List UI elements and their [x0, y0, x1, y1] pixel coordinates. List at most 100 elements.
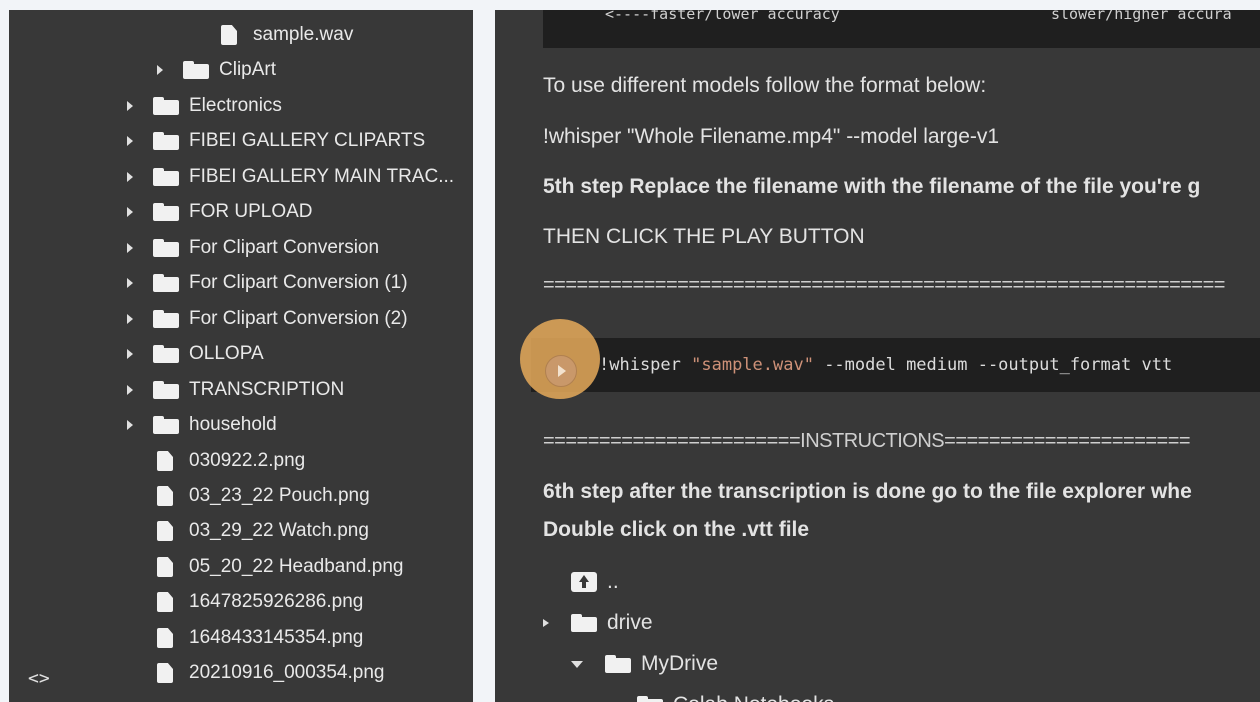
tree-item-label: OLLOPA — [189, 343, 264, 364]
folder-row[interactable]: For Clipart Conversion (1) — [9, 268, 473, 298]
folder-up-icon — [571, 572, 597, 592]
notebook-panel: <----faster/lower accuracy slower/higher… — [495, 10, 1260, 702]
mini-item-up-label: .. — [607, 570, 619, 593]
mini-item-colab-label: Colab Notebooks — [673, 693, 834, 702]
mini-item-mydrive: MyDrive — [571, 652, 718, 676]
file-browser-panel: sample.wav ClipArt Electronics FIBEI GALLER… — [9, 10, 473, 702]
file-row[interactable]: 1648433145354.png — [9, 623, 473, 653]
code-cell-whisper[interactable]: !whisper "sample.wav" --model medium --o… — [531, 338, 1260, 392]
tree-item-label: 05_20_22 Headband.png — [189, 556, 404, 577]
file-icon — [157, 592, 173, 612]
folder-icon — [153, 132, 179, 150]
file-row[interactable]: sample.wav — [9, 20, 473, 50]
text-step-5: 5th step Replace the filename with the f… — [543, 175, 1201, 198]
file-row[interactable]: 03_23_22 Pouch.png — [9, 481, 473, 511]
folder-icon — [153, 97, 179, 115]
folder-row[interactable]: OLLOPA — [9, 339, 473, 369]
file-icon — [221, 25, 237, 45]
folder-row[interactable]: TRANSCRIPTION — [9, 375, 473, 405]
run-cell-button[interactable] — [545, 355, 577, 387]
tree-item-label: 03_29_22 Watch.png — [189, 520, 369, 541]
code-cell-models[interactable]: <----faster/lower accuracy slower/higher… — [543, 10, 1260, 48]
file-icon — [157, 557, 173, 577]
chevron-right-icon[interactable] — [127, 314, 133, 324]
chevron-right-icon[interactable] — [127, 278, 133, 288]
folder-icon — [637, 696, 663, 702]
text-click-play: THEN CLICK THE PLAY BUTTON — [543, 225, 865, 248]
chevron-right-icon[interactable] — [127, 349, 133, 359]
folder-icon — [571, 614, 597, 632]
folder-icon — [153, 416, 179, 434]
folder-icon — [153, 381, 179, 399]
tree-item-label: ClipArt — [219, 59, 277, 80]
panel-divider[interactable] — [473, 10, 495, 702]
file-row[interactable]: 03_29_22 Watch.png — [9, 516, 473, 546]
folder-icon — [153, 168, 179, 186]
code-comment-fast: <----faster/lower accuracy — [605, 10, 840, 23]
tree-item-label: 20210916_000354.png — [189, 662, 385, 683]
chevron-right-icon[interactable] — [127, 101, 133, 111]
folder-row[interactable]: FIBEI GALLERY MAIN TRAC... — [9, 162, 473, 192]
folder-icon — [153, 345, 179, 363]
text-step-6: 6th step after the transcription is done… — [543, 480, 1192, 503]
folder-icon — [605, 655, 631, 673]
folder-row[interactable]: For Clipart Conversion — [9, 233, 473, 263]
chevron-right-icon[interactable] — [127, 207, 133, 217]
tree-item-label: FIBEI GALLERY CLIPARTS — [189, 130, 426, 151]
folder-row[interactable]: household — [9, 410, 473, 440]
chevron-right-icon[interactable] — [127, 243, 133, 253]
tree-item-label: 1648433145354.png — [189, 627, 364, 648]
file-icon — [157, 521, 173, 541]
code-whisper-command: !whisper "sample.wav" --model medium --o… — [599, 355, 1172, 375]
tree-item-label: Electronics — [189, 95, 282, 116]
code-command: !whisper — [599, 355, 692, 375]
chevron-down-icon — [571, 660, 583, 668]
chevron-right-icon[interactable] — [127, 420, 133, 430]
file-icon — [157, 628, 173, 648]
chevron-right-icon[interactable] — [127, 385, 133, 395]
file-row[interactable]: 030922.2.png — [9, 446, 473, 476]
tree-item-label: FOR UPLOAD — [189, 201, 313, 222]
mini-item-colab: Colab Notebooks — [603, 693, 834, 702]
folder-icon — [153, 203, 179, 221]
file-row[interactable]: 1647825926286.png — [9, 587, 473, 617]
text-model-example: !whisper "Whole Filename.mp4" --model la… — [543, 125, 1000, 148]
file-icon — [157, 663, 173, 683]
file-icon — [157, 486, 173, 506]
file-icon — [157, 451, 173, 471]
text-double-click: Double click on the .vtt file — [543, 518, 810, 541]
folder-row[interactable]: ClipArt — [9, 55, 473, 85]
mini-item-mydrive-label: MyDrive — [641, 652, 718, 675]
code-toggle-icon[interactable]: <> — [28, 668, 50, 689]
tree-item-label: 030922.2.png — [189, 450, 306, 471]
chevron-right-icon — [543, 619, 549, 627]
tree-item-label: household — [189, 414, 277, 435]
chevron-right-icon[interactable] — [127, 172, 133, 182]
code-string-filename: "sample.wav" — [691, 355, 814, 375]
file-row[interactable]: 20210916_000354.png — [9, 658, 473, 688]
chevron-right-icon[interactable] — [127, 136, 133, 146]
tree-item-label: For Clipart Conversion (1) — [189, 272, 408, 293]
mini-item-up: .. — [571, 570, 619, 594]
tree-item-label: sample.wav — [253, 24, 354, 45]
mini-item-drive-label: drive — [607, 611, 653, 634]
code-comment-slow: slower/higher accura — [1051, 10, 1232, 23]
mini-item-drive: drive — [543, 611, 653, 635]
folder-icon — [153, 239, 179, 257]
tree-item-label: FIBEI GALLERY MAIN TRAC... — [189, 166, 455, 187]
folder-row[interactable]: Electronics — [9, 91, 473, 121]
folder-icon — [153, 274, 179, 292]
chevron-right-icon[interactable] — [157, 65, 163, 75]
divider-line: ========================================… — [543, 274, 1225, 296]
tree-item-label: TRANSCRIPTION — [189, 379, 345, 400]
code-args: --model medium --output_format vtt — [813, 355, 1173, 375]
text-model-format: To use different models follow the forma… — [543, 74, 987, 97]
folder-row[interactable]: FOR UPLOAD — [9, 197, 473, 227]
tree-item-label: 1647825926286.png — [189, 591, 364, 612]
instructions-divider: =======================INSTRUCTIONS=====… — [543, 430, 1191, 452]
file-row[interactable]: 05_20_22 Headband.png — [9, 552, 473, 582]
folder-row[interactable]: FIBEI GALLERY CLIPARTS — [9, 126, 473, 156]
folder-icon — [153, 310, 179, 328]
folder-icon — [183, 61, 209, 79]
folder-row[interactable]: For Clipart Conversion (2) — [9, 304, 473, 334]
